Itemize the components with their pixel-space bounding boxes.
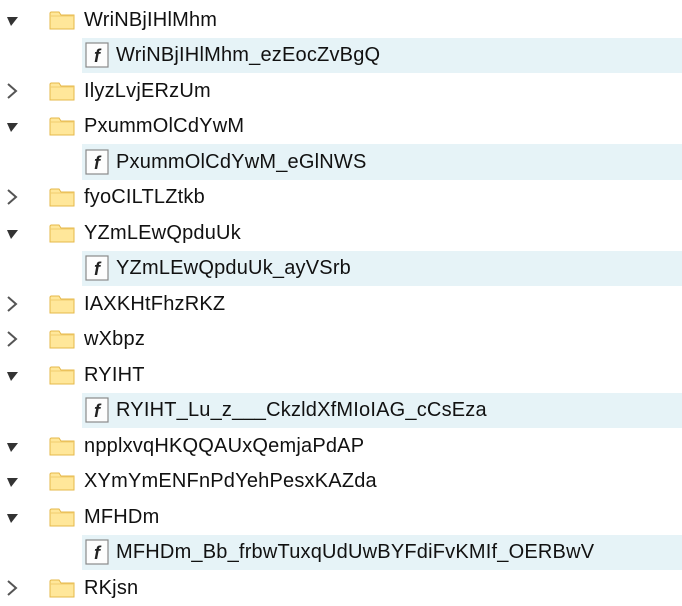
chevron-down-icon[interactable] <box>2 223 22 243</box>
folder-label: YZmLEwQpduUk <box>84 223 241 243</box>
chevron-down-icon[interactable] <box>2 365 22 385</box>
tree-file-row[interactable]: YZmLEwQpduUk_ayVSrb <box>0 251 682 287</box>
function-file-icon <box>84 397 110 423</box>
folder-icon <box>48 185 76 209</box>
tree-folder-row[interactable]: IAXKHtFhzRKZ <box>0 286 682 322</box>
function-file-icon <box>84 539 110 565</box>
folder-label: IlyzLvjERzUm <box>84 81 211 101</box>
folder-label: IAXKHtFhzRKZ <box>84 294 225 314</box>
tree-file-row[interactable]: WriNBjIHlMhm_ezEocZvBgQ <box>0 38 682 74</box>
folder-label: fyoCILTLZtkb <box>84 187 205 207</box>
folder-icon <box>48 292 76 316</box>
folder-icon <box>48 327 76 351</box>
tree-folder-row[interactable]: WriNBjIHlMhm <box>0 2 682 38</box>
tree-view: WriNBjIHlMhm WriNBjIHlMhm_ezEocZvBgQ IlyzL… <box>0 0 682 606</box>
folder-label: PxummOlCdYwM <box>84 116 244 136</box>
function-file-icon <box>84 149 110 175</box>
tree-file-row[interactable]: PxummOlCdYwM_eGlNWS <box>0 144 682 180</box>
tree-folder-row[interactable]: RYIHT <box>0 357 682 393</box>
folder-label: WriNBjIHlMhm <box>84 10 217 30</box>
folder-icon <box>48 434 76 458</box>
tree-folder-row[interactable]: wXbpz <box>0 322 682 358</box>
folder-icon <box>48 505 76 529</box>
chevron-right-icon[interactable] <box>2 329 22 349</box>
file-label: RYIHT_Lu_z___CkzldXfMIoIAG_cCsEza <box>116 400 487 420</box>
folder-label: wXbpz <box>84 329 145 349</box>
tree-folder-row[interactable]: PxummOlCdYwM <box>0 109 682 145</box>
folder-label: XYmYmENFnPdYehPesxKAZda <box>84 471 377 491</box>
tree-folder-row[interactable]: YZmLEwQpduUk <box>0 215 682 251</box>
folder-icon <box>48 79 76 103</box>
tree-folder-row[interactable]: IlyzLvjERzUm <box>0 73 682 109</box>
folder-icon <box>48 469 76 493</box>
chevron-down-icon[interactable] <box>2 436 22 456</box>
tree-folder-row[interactable]: fyoCILTLZtkb <box>0 180 682 216</box>
tree-folder-row[interactable]: npplxvqHKQQAUxQemjaPdAP <box>0 428 682 464</box>
file-label: WriNBjIHlMhm_ezEocZvBgQ <box>116 45 380 65</box>
folder-icon <box>48 8 76 32</box>
chevron-right-icon[interactable] <box>2 187 22 207</box>
chevron-down-icon[interactable] <box>2 471 22 491</box>
folder-icon <box>48 114 76 138</box>
file-label: MFHDm_Bb_frbwTuxqUdUwBYFdiFvKMIf_OERBwV <box>116 542 594 562</box>
tree-file-row[interactable]: RYIHT_Lu_z___CkzldXfMIoIAG_cCsEza <box>0 393 682 429</box>
tree-file-row[interactable]: MFHDm_Bb_frbwTuxqUdUwBYFdiFvKMIf_OERBwV <box>0 535 682 571</box>
chevron-right-icon[interactable] <box>2 578 22 598</box>
chevron-down-icon[interactable] <box>2 10 22 30</box>
file-label: PxummOlCdYwM_eGlNWS <box>116 152 367 172</box>
chevron-down-icon[interactable] <box>2 116 22 136</box>
function-file-icon <box>84 42 110 68</box>
tree-folder-row[interactable]: XYmYmENFnPdYehPesxKAZda <box>0 464 682 500</box>
folder-icon <box>48 576 76 600</box>
folder-label: MFHDm <box>84 507 159 527</box>
file-label: YZmLEwQpduUk_ayVSrb <box>116 258 351 278</box>
chevron-right-icon[interactable] <box>2 294 22 314</box>
function-file-icon <box>84 255 110 281</box>
folder-icon <box>48 363 76 387</box>
tree-folder-row[interactable]: MFHDm <box>0 499 682 535</box>
tree-folder-row[interactable]: RKjsn <box>0 570 682 606</box>
folder-label: RYIHT <box>84 365 145 385</box>
chevron-right-icon[interactable] <box>2 81 22 101</box>
folder-label: npplxvqHKQQAUxQemjaPdAP <box>84 436 364 456</box>
folder-icon <box>48 221 76 245</box>
chevron-down-icon[interactable] <box>2 507 22 527</box>
folder-label: RKjsn <box>84 578 138 598</box>
